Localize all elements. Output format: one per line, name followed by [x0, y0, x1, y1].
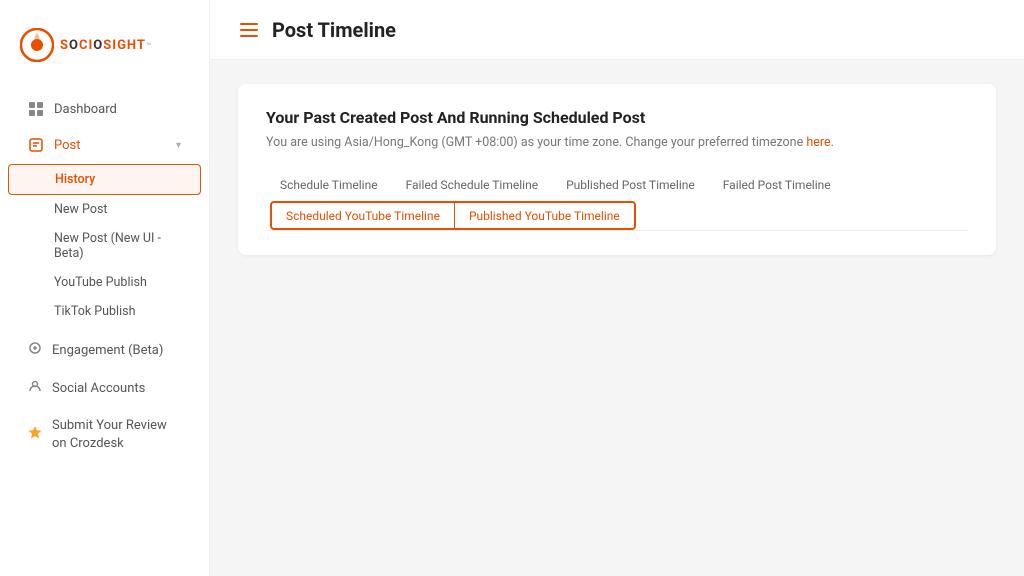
tab-failed-schedule-timeline[interactable]: Failed Schedule Timeline [392, 170, 552, 202]
app-name-text: SOCIOSIGHT™ [60, 38, 153, 53]
sidebar-item-new-post[interactable]: New Post [8, 195, 201, 224]
engagement-icon [28, 341, 42, 359]
dashboard-icon [28, 101, 44, 117]
chevron-down-icon: ▾ [176, 140, 181, 151]
main-card: Your Past Created Post And Running Sched… [238, 84, 996, 255]
sidebar-item-social-accounts[interactable]: Social Accounts [8, 370, 201, 406]
hamburger-line-3 [240, 35, 258, 37]
social-accounts-label: Social Accounts [52, 381, 181, 396]
hamburger-line-1 [240, 23, 258, 25]
post-icon [28, 137, 44, 153]
card-subtitle: You are using Asia/Hong_Kong (GMT +08:00… [266, 135, 968, 150]
tab-published-post-timeline[interactable]: Published Post Timeline [552, 170, 709, 202]
dashboard-label: Dashboard [54, 102, 181, 117]
sidebar-item-youtube-publish[interactable]: YouTube Publish [8, 268, 201, 297]
content-area: Your Past Created Post And Running Sched… [210, 60, 1024, 576]
tab-schedule-timeline[interactable]: Schedule Timeline [266, 170, 392, 202]
star-icon [28, 425, 42, 445]
hamburger-button[interactable] [240, 23, 258, 37]
engagement-label: Engagement (Beta) [52, 343, 181, 358]
sidebar-item-new-post-beta[interactable]: New Post (New UI - Beta) [8, 224, 201, 268]
main-area: Post Timeline Your Past Created Post And… [210, 0, 1024, 576]
sidebar: SOCIOSIGHT™ Dashboard Post ▾ History New… [0, 0, 210, 576]
timezone-link[interactable]: here [806, 135, 830, 150]
sidebar-item-post[interactable]: Post ▾ [8, 128, 201, 162]
logo: SOCIOSIGHT™ [0, 10, 209, 82]
sidebar-item-tiktok-publish[interactable]: TikTok Publish [8, 297, 201, 326]
sidebar-item-submit-review[interactable]: Submit Your Review on Crozdesk [8, 408, 201, 462]
post-submenu: History New Post New Post (New UI - Beta… [0, 164, 209, 330]
sidebar-item-engagement[interactable]: Engagement (Beta) [8, 332, 201, 368]
highlighted-tab-group: Scheduled YouTube Timeline Published You… [270, 201, 636, 230]
social-accounts-icon [28, 379, 42, 397]
tab-scheduled-youtube-timeline[interactable]: Scheduled YouTube Timeline [272, 203, 455, 229]
sidebar-item-dashboard[interactable]: Dashboard [8, 92, 201, 126]
tab-failed-post-timeline[interactable]: Failed Post Timeline [709, 170, 845, 202]
timeline-tabs: Schedule Timeline Failed Schedule Timeli… [266, 170, 968, 231]
tab-published-youtube-timeline[interactable]: Published YouTube Timeline [455, 203, 634, 229]
submit-review-label: Submit Your Review on Crozdesk [52, 417, 181, 453]
post-label: Post [54, 138, 166, 153]
page-title: Post Timeline [272, 18, 396, 42]
hamburger-line-2 [240, 29, 258, 31]
logo-icon [20, 28, 54, 62]
card-title: Your Past Created Post And Running Sched… [266, 108, 968, 127]
sidebar-item-history[interactable]: History [8, 164, 201, 195]
sidebar-nav: Dashboard Post ▾ History New Post New Po… [0, 82, 209, 472]
top-header: Post Timeline [210, 0, 1024, 60]
